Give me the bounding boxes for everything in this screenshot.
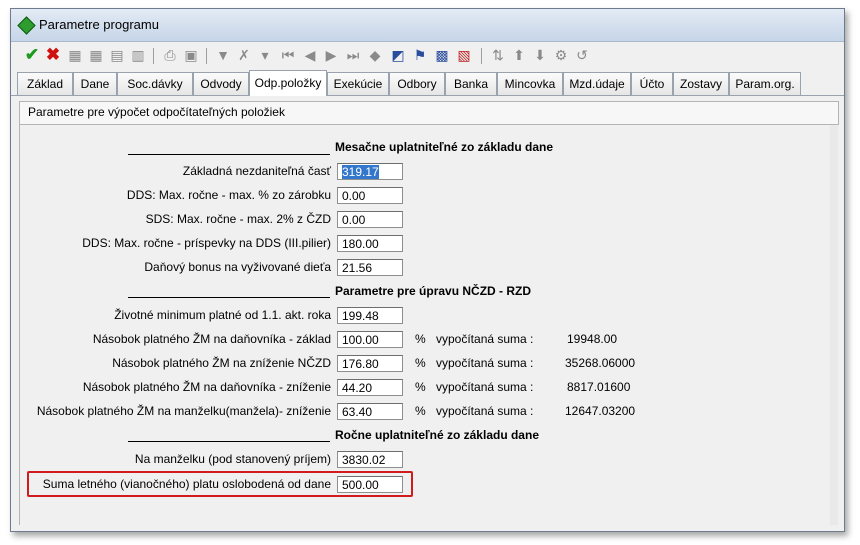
- percent-sign: %: [415, 380, 426, 394]
- label-dds-prispevky: DDS: Max. ročne - príspevky na DDS (III.…: [82, 236, 331, 250]
- input-dds-percent[interactable]: 0.00: [337, 187, 403, 204]
- calc-label: vypočítaná suma :: [436, 356, 534, 370]
- section-annual: Ročne uplatniteľné zo základu dane: [335, 428, 539, 442]
- input-zakladna-nezdanitelna[interactable]: 319.17: [337, 163, 403, 180]
- input-nasobok-danovnik-znizenie[interactable]: 44.20: [337, 379, 403, 396]
- label-zakladna-nezdanitelna: Základná nezdaniteľná časť: [182, 164, 331, 178]
- label-zivotne-minimum: Životné minimum platné od 1.1. akt. roka: [114, 308, 331, 322]
- input-na-manzelku[interactable]: 3830.02: [337, 451, 403, 468]
- label-sds: SDS: Max. ročne - max. 2% z ČZD: [145, 212, 331, 226]
- input-sds[interactable]: 0.00: [337, 211, 403, 228]
- calc-value-nczd: 35268.06000: [565, 356, 636, 370]
- input-zivotne-minimum[interactable]: 199.48: [337, 307, 403, 324]
- calc-label: vypočítaná suma :: [436, 332, 534, 346]
- percent-sign: %: [415, 356, 426, 370]
- label-nasobok-nczd: Násobok platného ŽM na zníženie NČZD: [112, 356, 331, 370]
- percent-sign: %: [415, 332, 426, 346]
- calc-value-danovnik-znizenie: 8817.01600: [567, 380, 631, 394]
- input-danovy-bonus[interactable]: 21.56: [337, 259, 403, 276]
- percent-sign: %: [415, 404, 426, 418]
- label-nasobok-danovnik-znizenie: Násobok platného ŽM na daňovníka - zníže…: [82, 380, 331, 394]
- form-fields: Mesačne uplatniteľné zo základu dane Zák…: [0, 0, 860, 545]
- input-dds-prispevky[interactable]: 180.00: [337, 235, 403, 252]
- calc-label: vypočítaná suma :: [436, 404, 534, 418]
- input-nasobok-nczd[interactable]: 176.80: [337, 355, 403, 372]
- section-monthly: Mesačne uplatniteľné zo základu dane: [335, 140, 554, 154]
- input-nasobok-manzelka[interactable]: 63.40: [337, 403, 403, 420]
- label-dds-percent: DDS: Max. ročne - max. % zo zárobku: [126, 188, 331, 202]
- label-na-manzelku: Na manželku (pod stanovený príjem): [134, 452, 331, 466]
- calc-label: vypočítaná suma :: [436, 380, 534, 394]
- highlight-box: [27, 471, 413, 497]
- section-nczd: Parametre pre úpravu NČZD - RZD: [335, 284, 532, 298]
- label-danovy-bonus: Daňový bonus na vyživované dieťa: [144, 260, 331, 274]
- label-nasobok-manzelka: Násobok platného ŽM na manželku(manžela)…: [36, 404, 331, 418]
- label-nasobok-zaklad: Násobok platného ŽM na daňovníka - zákla…: [92, 332, 331, 346]
- calc-value-zaklad: 19948.00: [567, 332, 618, 346]
- tab-odp-polozky[interactable]: Odp.položky: [249, 70, 327, 96]
- calc-value-manzelka: 12647.03200: [565, 404, 636, 418]
- input-nasobok-zaklad[interactable]: 100.00: [337, 331, 403, 348]
